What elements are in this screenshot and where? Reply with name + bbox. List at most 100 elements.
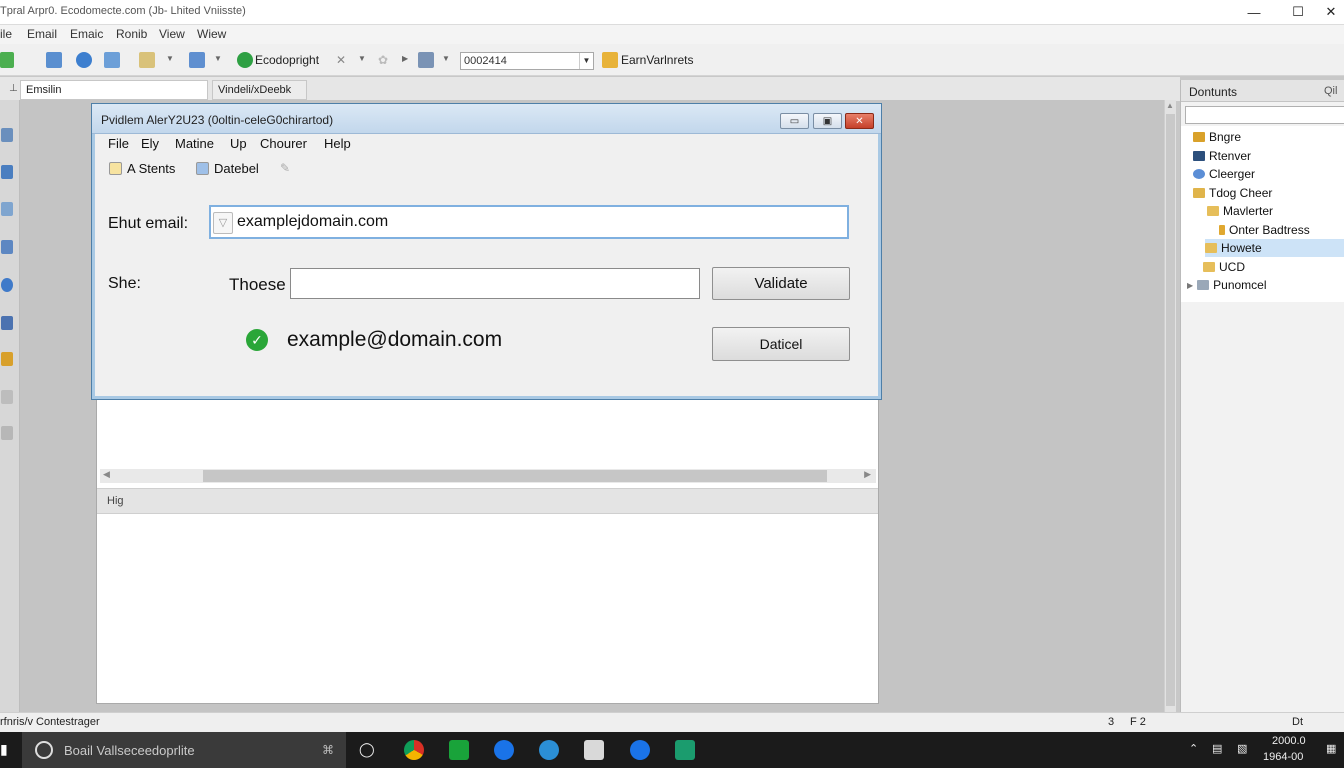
scroll-left-icon[interactable]: ◀	[103, 469, 110, 480]
menu-ronib[interactable]: Ronib	[116, 27, 147, 41]
menu-view[interactable]: View	[159, 27, 185, 41]
pencil-icon[interactable]: ✎	[280, 161, 290, 175]
file-explorer-icon[interactable]	[584, 740, 604, 760]
chevron-up-icon[interactable]: ⌃	[1189, 742, 1198, 755]
tree-item[interactable]: Mavlerter	[1207, 202, 1273, 220]
bookmarks-icon[interactable]	[602, 52, 618, 68]
zoom-select[interactable]: 0002414 ▼	[460, 52, 594, 70]
copyright-button[interactable]: Ecodopright	[255, 53, 319, 67]
tree-item[interactable]: Rtenver	[1193, 147, 1251, 165]
chevron-down-icon[interactable]: ▼	[579, 53, 593, 69]
task-view-icon[interactable]: ◯	[359, 741, 375, 758]
store-icon[interactable]	[675, 740, 695, 760]
close-button[interactable]: ✕	[1318, 0, 1344, 24]
horizontal-scrollbar[interactable]: ◀ ▶	[100, 469, 876, 483]
volume-icon[interactable]: ▧	[1237, 742, 1247, 755]
microphone-icon[interactable]: ⌘	[322, 743, 334, 757]
dialog-toolbar-datebel[interactable]: Datebel	[196, 161, 259, 176]
minimize-button[interactable]: —	[1232, 0, 1276, 24]
dialog-minimize-button[interactable]: ▭	[780, 113, 809, 129]
tools-icon[interactable]: ✕	[336, 53, 346, 67]
scroll-right-icon[interactable]: ▶	[864, 469, 871, 480]
calendar-icon[interactable]	[1, 165, 13, 179]
new-document-icon[interactable]	[46, 52, 62, 68]
dialog-menu-help[interactable]: Help	[324, 136, 351, 151]
chevron-right-icon[interactable]: ▶	[1187, 281, 1193, 290]
taskbar-search[interactable]: Boail Vallseceedoprlite ⌘	[22, 732, 346, 768]
left-icon-strip	[0, 100, 20, 712]
scrollbar-thumb[interactable]	[1166, 114, 1175, 706]
dialog-menu-ely[interactable]: Ely	[141, 136, 159, 151]
pencil-icon[interactable]	[1, 316, 13, 330]
documents-search-input[interactable]	[1185, 106, 1344, 124]
chevron-right-icon[interactable]: ▶	[402, 54, 408, 63]
dialog-maximize-button[interactable]: ▣	[813, 113, 842, 129]
dialog-menu-up[interactable]: Up	[230, 136, 247, 151]
validate-button[interactable]: Validate	[712, 267, 850, 300]
these-input[interactable]	[290, 268, 700, 299]
edge-icon[interactable]	[494, 740, 514, 760]
dialog-menu-file[interactable]: File	[108, 136, 129, 151]
settings-icon[interactable]: ✿	[378, 53, 388, 67]
tasks-icon[interactable]	[1, 240, 13, 254]
mail-icon[interactable]	[1, 128, 13, 142]
monitor-icon[interactable]	[104, 52, 120, 68]
vertical-scrollbar[interactable]: ▲	[1164, 100, 1176, 712]
edge-icon[interactable]	[630, 740, 650, 760]
menu-wiew[interactable]: Wiew	[197, 27, 226, 41]
menu-file[interactable]: ile	[0, 27, 12, 41]
notes-icon[interactable]	[1, 390, 13, 404]
tree-item[interactable]: Onter Badtress	[1219, 221, 1310, 239]
brush-icon[interactable]	[189, 52, 205, 68]
clip-icon[interactable]	[139, 52, 155, 68]
notifications-icon[interactable]: ▦	[1326, 742, 1336, 755]
maximize-button[interactable]: ☐	[1276, 0, 1320, 24]
dialog-menu-matine[interactable]: Matine	[175, 136, 214, 151]
dialog-close-button[interactable]: ✕	[845, 113, 874, 129]
people-icon[interactable]	[418, 52, 434, 68]
dialog-menu-chourer[interactable]: Chourer	[260, 136, 307, 151]
scroll-up-icon[interactable]: ▲	[1166, 101, 1174, 110]
tree-item-selected[interactable]: Howete	[1205, 239, 1344, 257]
she-label: She:	[108, 275, 141, 292]
folder-tree: Bngre Rtenver Cleerger Tdog Cheer Mavler…	[1181, 126, 1344, 302]
chevron-down-icon[interactable]: ▼	[358, 54, 366, 63]
tree-item[interactable]: UCD	[1203, 258, 1245, 276]
folder-icon[interactable]	[1, 352, 13, 366]
chevron-down-icon[interactable]: ▼	[214, 54, 222, 63]
cancel-button[interactable]: Daticel	[712, 327, 850, 361]
chrome-icon[interactable]	[404, 740, 424, 760]
menu-email[interactable]: Email	[27, 27, 57, 41]
globe-icon[interactable]	[1, 278, 13, 292]
archive-icon[interactable]	[1, 426, 13, 440]
excel-icon[interactable]	[449, 740, 469, 760]
preview-header: Hig	[97, 488, 878, 514]
chevron-down-icon[interactable]: ▼	[166, 54, 174, 63]
chevron-down-icon[interactable]: ▼	[442, 54, 450, 63]
contacts-icon[interactable]	[1, 202, 13, 216]
tab-emsilin[interactable]: Emsilin	[20, 80, 208, 100]
clock-time[interactable]: 2000.0	[1272, 735, 1306, 747]
bookmarks-button[interactable]: EarnVarlnrets	[621, 53, 693, 67]
globe-icon[interactable]	[76, 52, 92, 68]
tab-vindeli[interactable]: Vindeli/xDeebk	[212, 80, 307, 100]
send-receive-icon[interactable]	[0, 52, 14, 68]
email-input[interactable]: ▽ examplejdomain.com	[209, 205, 849, 239]
tree-item[interactable]: ▶ Punomcel	[1187, 276, 1267, 294]
menu-emaic[interactable]: Emaic	[70, 27, 103, 41]
tab-other[interactable]: Qil	[1324, 85, 1337, 97]
folder-icon	[1193, 132, 1205, 142]
copyright-icon[interactable]	[237, 52, 253, 68]
tab-documents[interactable]: Dontunts	[1189, 85, 1237, 99]
ie-icon[interactable]	[539, 740, 559, 760]
scrollbar-thumb[interactable]	[203, 470, 827, 482]
tree-item[interactable]: Tdog Cheer	[1193, 184, 1272, 202]
start-icon[interactable]: ▮	[0, 741, 8, 758]
tab-list-icon[interactable]: ⊥	[9, 83, 18, 94]
tree-item[interactable]: Bngre	[1193, 128, 1241, 146]
dialog-toolbar-stents[interactable]: A Stents	[109, 161, 175, 176]
network-icon[interactable]: ▤	[1212, 742, 1222, 755]
pencil-icon	[1219, 225, 1225, 235]
clock-date[interactable]: 1964-00	[1263, 751, 1303, 763]
tree-item[interactable]: Cleerger	[1193, 165, 1255, 183]
